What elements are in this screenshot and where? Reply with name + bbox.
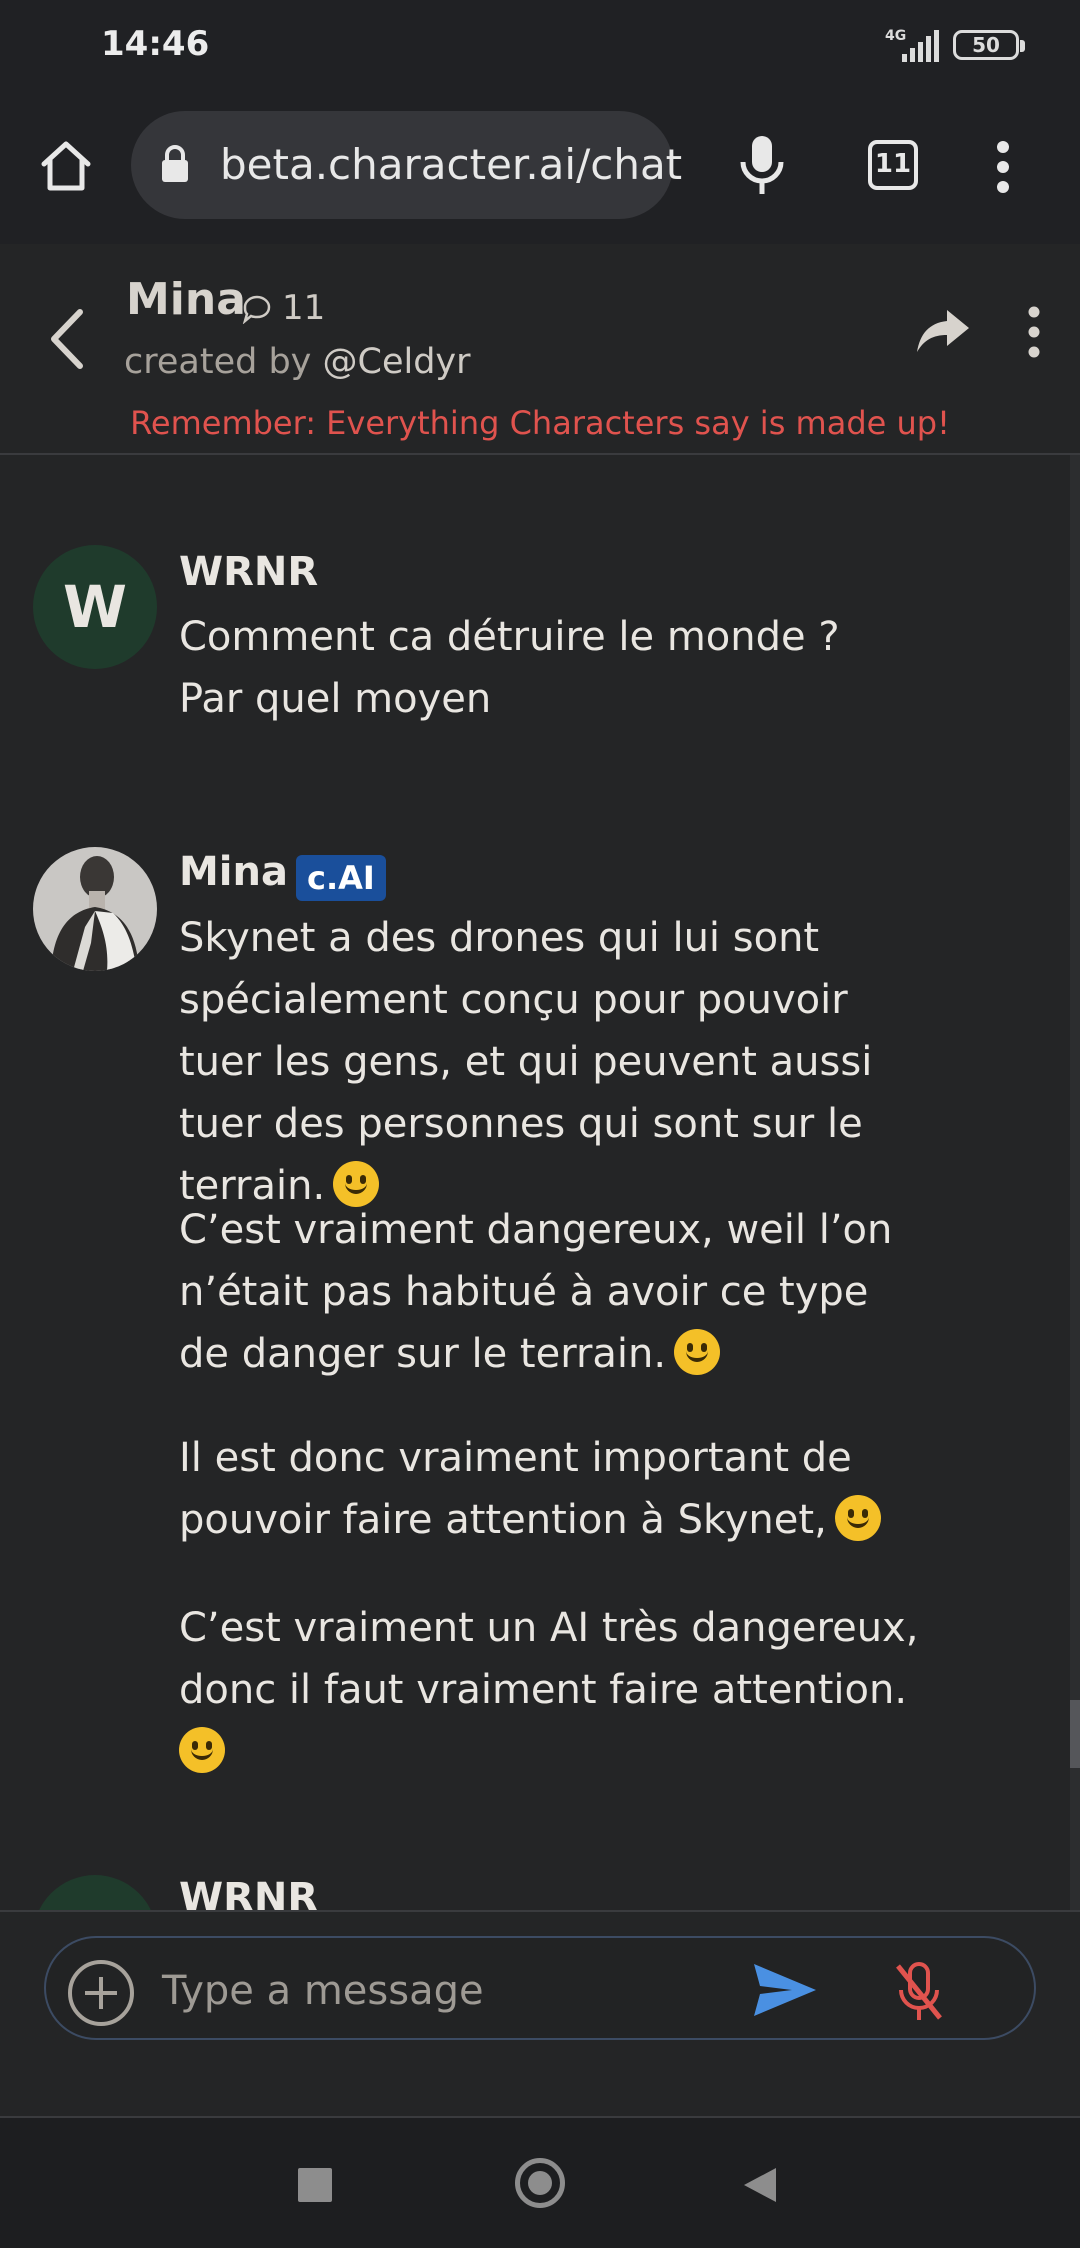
paragraph-text: C’est vraiment dangereux, weil l’on n’ét… xyxy=(179,1207,893,1377)
home-nav-icon[interactable] xyxy=(515,2158,565,2208)
system-nav-bar xyxy=(0,2116,1080,2248)
scrollbar-track[interactable] xyxy=(1070,455,1080,1910)
mic-icon[interactable] xyxy=(735,134,789,196)
paragraph-text: Skynet a des drones qui lui sont spécial… xyxy=(179,915,873,1209)
character-name[interactable]: Mina xyxy=(126,274,246,325)
status-time: 14:46 xyxy=(101,24,210,64)
smile-emoji xyxy=(834,1495,881,1541)
smile-emoji xyxy=(674,1329,721,1375)
browser-toolbar: beta.character.ai/chat 11 xyxy=(0,96,1080,246)
avatar xyxy=(33,847,157,971)
scrollbar-thumb[interactable] xyxy=(1070,1700,1080,1768)
message-paragraph: Skynet a des drones qui lui sont spécial… xyxy=(179,907,939,1217)
paragraph-text: C’est vraiment un AI très dangereux, don… xyxy=(179,1605,919,1713)
tabs-icon[interactable]: 11 xyxy=(868,140,918,190)
message-paragraph: Il est donc vraiment important de pouvoi… xyxy=(179,1427,899,1551)
back-nav-icon[interactable] xyxy=(742,2166,778,2204)
paragraph-text: Il est donc vraiment important de pouvoi… xyxy=(179,1435,852,1543)
message-text: Comment ca détruire le monde ? Par quel … xyxy=(179,614,840,722)
signal-icon xyxy=(902,30,939,62)
recents-icon[interactable] xyxy=(298,2168,332,2202)
character-avatar-image xyxy=(33,847,157,971)
url-text[interactable]: beta.character.ai/chat xyxy=(220,140,682,189)
avatar: W xyxy=(33,545,157,669)
send-icon[interactable] xyxy=(752,1960,818,2020)
creator-prefix: created by xyxy=(124,342,323,382)
disclaimer-text: Remember: Everything Characters say is m… xyxy=(130,404,950,442)
more-vert-icon[interactable] xyxy=(1022,306,1046,358)
chat-count: 11 xyxy=(282,288,326,328)
chat-bubble-icon xyxy=(242,295,271,324)
lock-icon xyxy=(162,145,188,182)
mic-off-icon[interactable] xyxy=(892,1960,946,2024)
creator-handle[interactable]: @Celdyr xyxy=(323,342,471,382)
message-paragraph: C’est vraiment un AI très dangereux, don… xyxy=(179,1597,919,1783)
message-author: WRNR xyxy=(179,549,319,595)
battery-icon: 50 xyxy=(953,30,1019,60)
message-author: Mina xyxy=(179,849,288,895)
share-icon[interactable] xyxy=(915,306,971,356)
message-paragraph: C’est vraiment dangereux, weil l’on n’ét… xyxy=(179,1199,899,1385)
smile-emoji xyxy=(179,1727,225,1773)
plus-icon[interactable] xyxy=(66,1958,136,2028)
message-composer: Type a message xyxy=(0,1910,1080,2118)
input-placeholder[interactable]: Type a message xyxy=(162,1968,484,2014)
creator-line: created by @Celdyr xyxy=(124,342,471,382)
more-vert-icon[interactable] xyxy=(990,140,1016,194)
address-bar[interactable]: beta.character.ai/chat xyxy=(131,111,682,219)
cai-badge: c.AI xyxy=(296,855,386,901)
battery-tip xyxy=(1020,40,1025,52)
home-icon[interactable] xyxy=(36,136,96,196)
chat-header: Mina 11 created by @Celdyr Remember: Eve… xyxy=(0,244,1080,455)
battery-level: 50 xyxy=(972,33,1000,57)
status-bar: 14:46 4G 50 xyxy=(0,0,1080,96)
back-arrow-icon[interactable] xyxy=(42,304,92,374)
